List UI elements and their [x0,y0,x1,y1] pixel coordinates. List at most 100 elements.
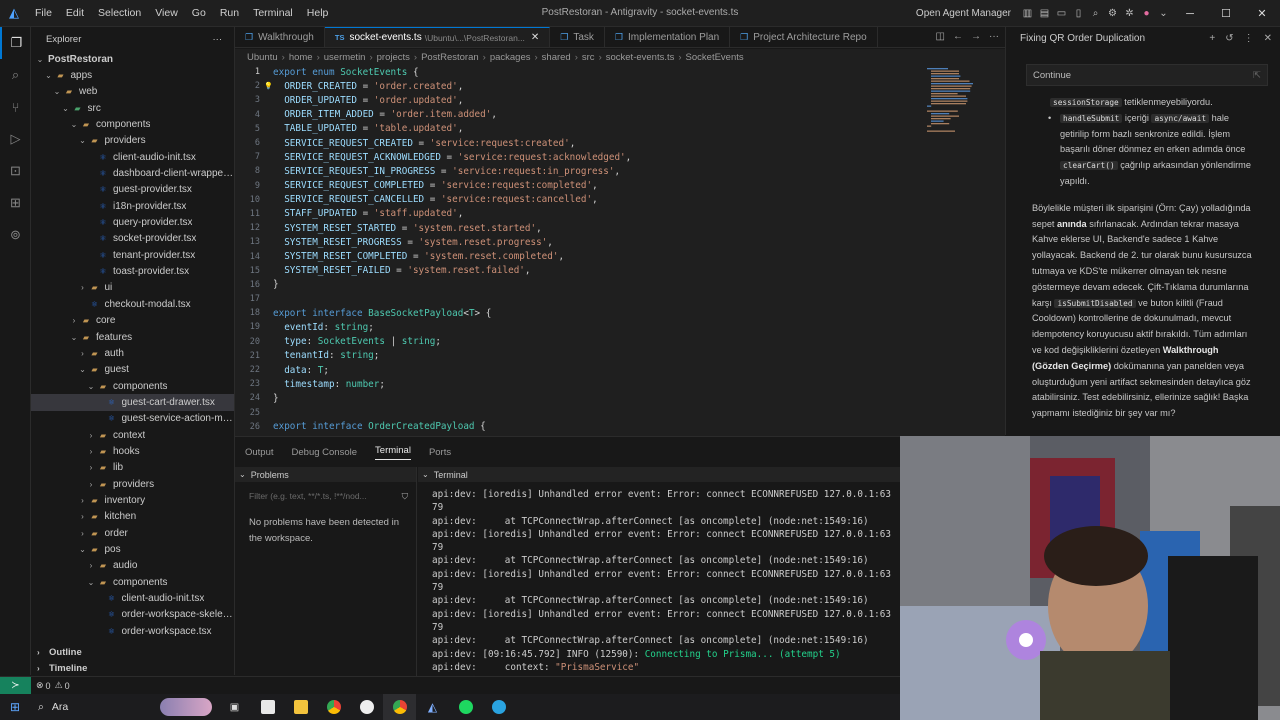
code-line[interactable]: 13 SYSTEM_RESET_PROGRESS = 'system.reset… [235,235,1005,249]
telegram-icon[interactable] [482,694,515,720]
code-line[interactable]: 6 SERVICE_REQUEST_CREATED = 'service:req… [235,136,1005,150]
search-icon[interactable]: ⌕ [0,59,31,91]
account-avatar[interactable]: ● [1138,8,1155,19]
file-item[interactable]: ⚛ order-workspace-skeleton.tsx [31,607,234,623]
extensions-icon[interactable]: ⊞ [0,187,31,219]
toggle-panel-icon[interactable]: ▭ [1053,8,1070,19]
breadcrumb-item[interactable]: shared [542,52,571,63]
errors-icon[interactable]: ⊗ [36,680,44,691]
filter-icon[interactable]: ⛉ [402,491,408,505]
folder-item[interactable]: ⌄ ▰ src [31,100,234,116]
run-debug-icon[interactable]: ▷ [0,123,31,155]
minimize-button[interactable]: ─ [1172,8,1208,20]
folder-item[interactable]: › ▰ order [31,525,234,541]
panel-tab-terminal[interactable]: Terminal [375,445,411,460]
file-item[interactable]: ⚛ guest-cart-drawer.tsx [31,394,234,411]
code-line[interactable]: 20 type: SocketEvents | string; [235,335,1005,349]
close-window-button[interactable]: ✕ [1244,7,1280,20]
folder-item[interactable]: ⌄ ▰ components [31,378,234,394]
code-line[interactable]: 14 SYSTEM_RESET_COMPLETED = 'system.rese… [235,249,1005,263]
windows-start-icon[interactable]: ⊞ [0,700,30,714]
more-actions-icon[interactable]: ··· [213,34,223,45]
code-editor[interactable]: 1 export enum SocketEvents {2 💡 ORDER_CREA… [235,65,1005,436]
history-icon[interactable]: ↺ [1225,33,1233,44]
folder-item[interactable]: › ▰ providers [31,476,234,492]
folder-item[interactable]: ⌄ ▰ providers [31,133,234,149]
file-item[interactable]: ⚛ socket-provider.tsx [31,231,234,247]
code-line[interactable]: 2 💡 ORDER_CREATED = 'order.created', [235,79,1005,93]
tab-walkthrough[interactable]: ❐ Walkthrough [235,27,325,47]
error-count[interactable]: 0 [46,681,51,691]
code-line[interactable]: 16} [235,278,1005,292]
more-actions-icon[interactable]: ⋮ [1244,33,1254,44]
toggle-sidebar-icon[interactable]: ▤ [1036,8,1053,19]
code-line[interactable]: 17 [235,292,1005,306]
menu-item-edit[interactable]: Edit [59,7,91,19]
code-line[interactable]: 5 TABLE_UPDATED = 'table.updated', [235,122,1005,136]
explorer-icon[interactable]: ❐ [0,27,31,59]
menu-item-view[interactable]: View [148,7,185,19]
menu-item-selection[interactable]: Selection [91,7,148,19]
file-item[interactable]: ⚛ order-workspace.tsx [31,623,234,639]
tab-project-architecture-repo[interactable]: ❐ Project Architecture Repo [730,27,878,47]
arrow-right-icon[interactable]: → [971,31,981,42]
folder-item[interactable]: ⌄ ▰ components [31,574,234,590]
chrome-active-icon[interactable] [383,694,416,720]
gear-icon[interactable]: ✲ [1121,8,1138,19]
folder-item[interactable]: ⌄ ▰ apps [31,67,234,83]
close-icon[interactable]: ✕ [1264,33,1272,44]
folder-item[interactable]: ⌄ ▰ web [31,84,234,100]
breadcrumb-item[interactable]: PostRestoran [421,52,479,63]
breadcrumb-item[interactable]: packages [490,52,531,63]
code-line[interactable]: 7 SERVICE_REQUEST_ACKNOWLEDGED = 'servic… [235,150,1005,164]
source-control-icon[interactable]: ⑂ [0,91,31,123]
github-icon[interactable] [350,694,383,720]
code-line[interactable]: 10 SERVICE_REQUEST_CANCELLED = 'service:… [235,193,1005,207]
file-explorer-icon[interactable] [284,694,317,720]
file-item[interactable]: ⚛ client-audio-init.tsx [31,149,234,165]
code-line[interactable]: 26 export interface OrderCreatedPayload { [235,420,1005,434]
panel-tab-ports[interactable]: Ports [429,447,451,458]
file-item[interactable]: ⚛ i18n-provider.tsx [31,198,234,214]
code-line[interactable]: 11 STAFF_UPDATED = 'staff.updated', [235,207,1005,221]
breadcrumb-item[interactable]: SocketEvents [686,52,744,63]
remote-indicator-icon[interactable]: ≻ [0,676,31,695]
file-item[interactable]: ⚛ toast-provider.tsx [31,263,234,279]
database-icon[interactable]: ⊚ [0,219,31,251]
breadcrumb-item[interactable]: socket-events.ts [606,52,675,63]
folder-item[interactable]: › ▰ ui [31,280,234,296]
panel-tab-debug-console[interactable]: Debug Console [292,447,358,458]
open-agent-manager-button[interactable]: Open Agent Manager [916,8,1011,19]
menu-item-help[interactable]: Help [300,7,336,19]
breadcrumb-item[interactable]: projects [377,52,410,63]
code-line[interactable]: 8 SERVICE_REQUEST_IN_PROGRESS = 'service… [235,164,1005,178]
file-item[interactable]: ⚛ guest-service-action-menu.t... [31,411,234,427]
code-line[interactable]: 4 ORDER_ITEM_ADDED = 'order.item.added', [235,108,1005,122]
file-item[interactable]: ⚛ guest-provider.tsx [31,182,234,198]
panel-tab-output[interactable]: Output [245,447,274,458]
code-line[interactable]: 21 tenantId: string; [235,349,1005,363]
breadcrumb-item[interactable]: Ubuntu [247,52,278,63]
code-line[interactable]: 24} [235,391,1005,405]
tab-implementation-plan[interactable]: ❐ Implementation Plan [605,27,731,47]
folder-item[interactable]: › ▰ hooks [31,443,234,459]
split-editor-icon[interactable]: ◫ [936,31,945,42]
folder-item[interactable]: ⌄ PostRestoran [31,51,234,67]
layout-icon[interactable]: ▥ [1019,8,1036,19]
terminal-view[interactable]: ⌄ Terminal api:dev: [ioredis] Unhandled e… [418,467,900,676]
taskbar-search[interactable]: ⌕ Ara [30,694,218,720]
problems-filter-input[interactable]: Filter (e.g. text, **/*.ts, !**/nod... [249,491,367,505]
breadcrumb-item[interactable]: usermetin [324,52,366,63]
file-item[interactable]: ⚛ dashboard-client-wrapper.tsx [31,165,234,181]
folder-item[interactable]: › ▰ lib [31,460,234,476]
maximize-button[interactable]: ☐ [1208,7,1244,20]
folder-item[interactable]: ⌄ ▰ components [31,116,234,132]
calendar-app-icon[interactable] [251,694,284,720]
folder-item[interactable]: ⌄ ▰ features [31,329,234,345]
code-line[interactable]: 3 ORDER_UPDATED = 'order.updated', [235,93,1005,107]
close-tab-icon[interactable]: ✕ [531,32,539,43]
tab-task[interactable]: ❐ Task [550,27,605,47]
code-line[interactable]: 1 export enum SocketEvents { [235,65,1005,79]
folder-item[interactable]: › ▰ auth [31,345,234,361]
menu-item-run[interactable]: Run [213,7,246,19]
